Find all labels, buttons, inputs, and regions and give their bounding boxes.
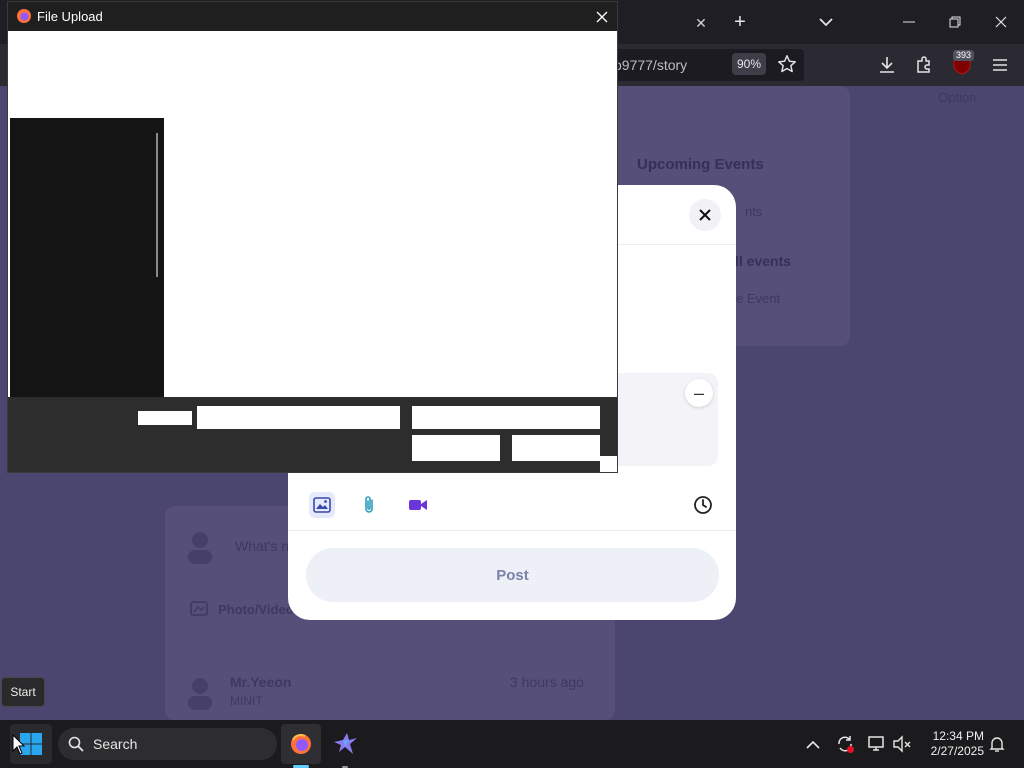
system-clock[interactable]: 12:34 PM 2/27/2025 [920, 729, 984, 759]
remove-attachment-button[interactable]: – [685, 379, 713, 407]
avatar [186, 530, 214, 564]
upcoming-events-heading: Upcoming Events [637, 156, 764, 173]
file-name-label [138, 411, 192, 425]
extensions-icon[interactable] [912, 53, 936, 77]
feed-time: 3 hours ago [510, 674, 584, 690]
file-type-select[interactable] [412, 406, 600, 429]
search-icon [68, 736, 84, 757]
dialog-title-bar[interactable]: File Upload [8, 2, 617, 31]
new-tab-icon[interactable]: + [728, 10, 752, 34]
clock-icon[interactable] [690, 492, 716, 518]
dialog-title: File Upload [37, 9, 103, 24]
resize-grip[interactable] [600, 456, 617, 472]
firefox-icon [291, 734, 311, 754]
sync-icon[interactable] [833, 732, 857, 756]
post-button[interactable]: Post [306, 548, 719, 602]
bird-app-taskbar-button[interactable] [325, 724, 365, 764]
taskbar: Search 12:34 PM 2/27/2025 [0, 720, 1024, 768]
search-label: Search [93, 736, 138, 752]
start-tooltip: Start [1, 677, 45, 707]
url-text[interactable]: o9777/story [614, 57, 687, 73]
feed-author-sub: MINIT [230, 694, 263, 708]
photo-video-icon [190, 600, 208, 616]
notification-bell-icon[interactable] [985, 732, 1009, 756]
restore-icon[interactable] [932, 0, 978, 44]
feed-avatar [186, 676, 214, 710]
close-icon[interactable] [978, 0, 1024, 44]
firefox-icon [16, 8, 32, 24]
modal-close-button[interactable] [689, 199, 721, 231]
photo-video-label[interactable]: Photo/Video [218, 602, 294, 617]
tab-list-chevron-icon[interactable] [814, 10, 838, 34]
show-hidden-icons-chevron-icon[interactable] [801, 732, 825, 756]
file-upload-dialog: File Upload [7, 1, 618, 473]
network-icon[interactable] [865, 732, 889, 756]
video-icon[interactable] [405, 492, 431, 518]
bird-app-icon [334, 733, 357, 754]
close-icon [699, 209, 711, 221]
taskbar-search[interactable]: Search [58, 728, 277, 760]
tab-close-icon[interactable]: ✕ [690, 12, 712, 34]
dialog-close-icon[interactable] [592, 7, 612, 27]
open-button[interactable] [412, 435, 500, 461]
all-events-link[interactable]: ll events [735, 253, 791, 269]
volume-muted-icon[interactable] [890, 732, 914, 756]
firefox-taskbar-button[interactable] [281, 724, 321, 764]
whats-new-prompt[interactable]: What's n [235, 538, 289, 554]
menu-icon[interactable] [988, 53, 1012, 77]
minimize-icon[interactable] [886, 0, 932, 44]
bookmark-star-icon[interactable] [776, 53, 798, 75]
navigation-scrollbar[interactable] [156, 133, 158, 277]
clock-date: 2/27/2025 [930, 744, 984, 758]
clock-time: 12:34 PM [932, 729, 984, 743]
cancel-button[interactable] [512, 435, 600, 461]
image-icon[interactable] [309, 492, 335, 518]
navigation-pane[interactable] [10, 118, 164, 397]
toolbar-divider [288, 530, 736, 531]
zoom-level-badge[interactable]: 90% [732, 53, 766, 75]
option-dropdown[interactable]: Option [938, 90, 976, 105]
paperclip-icon[interactable] [356, 492, 382, 518]
extension-badge-count: 393 [953, 50, 975, 61]
feed-author[interactable]: Mr.Yeeon [230, 674, 291, 690]
download-icon[interactable] [875, 53, 899, 77]
events-line: nts [745, 204, 763, 219]
mouse-cursor-icon [12, 733, 26, 756]
file-name-input[interactable] [197, 406, 400, 429]
dialog-footer [8, 397, 617, 472]
create-event-link[interactable]: e Event [736, 291, 780, 306]
